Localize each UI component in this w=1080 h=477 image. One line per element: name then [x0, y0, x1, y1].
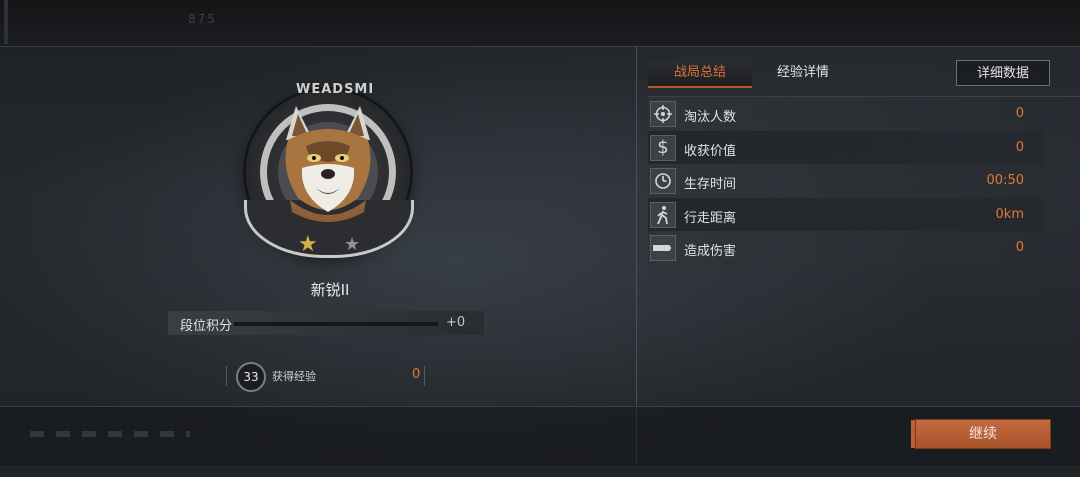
- level-badge: 33: [236, 362, 266, 392]
- fox-head-icon: [285, 106, 371, 222]
- bullet-icon: [650, 235, 676, 262]
- stats-list: 淘汰人数 0 $ 收获价值 0 生存时间 00:50 行走距离 0km 造成伤害…: [648, 97, 1044, 265]
- stat-value: 0: [1015, 240, 1024, 256]
- rank-points-delta: +0: [446, 315, 466, 330]
- rank-emblem: WEADSMI ★ ★: [238, 80, 428, 270]
- stat-label: 造成伤害: [684, 244, 737, 260]
- stat-row-damage: 造成伤害 0: [648, 231, 1044, 265]
- tab-match-summary[interactable]: 战局总结: [648, 60, 752, 88]
- dollar-icon: $: [650, 134, 676, 161]
- stat-value: 00:50: [986, 173, 1024, 189]
- rank-name: 新锐II: [310, 281, 350, 299]
- emblem-text: WEADSMI: [296, 82, 375, 97]
- stat-row-value: $ 收获价值 0: [648, 130, 1044, 165]
- detailed-data-button[interactable]: 详细数据: [956, 60, 1050, 86]
- stat-value: 0: [1015, 106, 1024, 121]
- experience-value: 0: [412, 367, 421, 382]
- gold-star-icon: ★: [298, 232, 318, 257]
- crosshair-icon: [650, 101, 676, 127]
- clock-icon: [650, 168, 676, 195]
- scroll-edge: [4, 0, 8, 44]
- stat-value: 0: [1015, 139, 1024, 155]
- exp-divider-left: [226, 366, 227, 386]
- stat-row-distance: 行走距离 0km: [648, 197, 1044, 232]
- stat-value: 0km: [995, 206, 1024, 222]
- stat-label: 生存时间: [684, 177, 737, 193]
- tab-experience-details[interactable]: 经验详情: [760, 60, 846, 86]
- stat-row-eliminations: 淘汰人数 0: [648, 97, 1044, 131]
- stat-label: 行走距离: [684, 210, 737, 226]
- top-bar: 875: [0, 0, 1080, 47]
- continue-button[interactable]: 继续: [911, 420, 1050, 448]
- stat-row-survival-time: 生存时间 00:50: [648, 164, 1044, 198]
- rank-points-bar: 段位积分 +0: [168, 311, 484, 335]
- experience-label: 获得经验: [272, 370, 316, 383]
- walking-icon: [650, 201, 676, 228]
- experience-row: 33 获得经验 0: [226, 360, 426, 392]
- rank-progress-track: [234, 322, 438, 326]
- bottom-decoration: [30, 431, 190, 437]
- exp-divider-right: [424, 366, 425, 386]
- rank-points-label: 段位积分: [180, 319, 233, 334]
- result-tabs: 战局总结 经验详情 详细数据: [648, 60, 1058, 88]
- gray-star-icon: ★: [344, 234, 361, 255]
- stat-label: 收获价值: [684, 143, 737, 159]
- panel-divider: [636, 46, 637, 464]
- header-ghost-text: 875: [188, 12, 217, 26]
- stat-label: 淘汰人数: [684, 110, 737, 125]
